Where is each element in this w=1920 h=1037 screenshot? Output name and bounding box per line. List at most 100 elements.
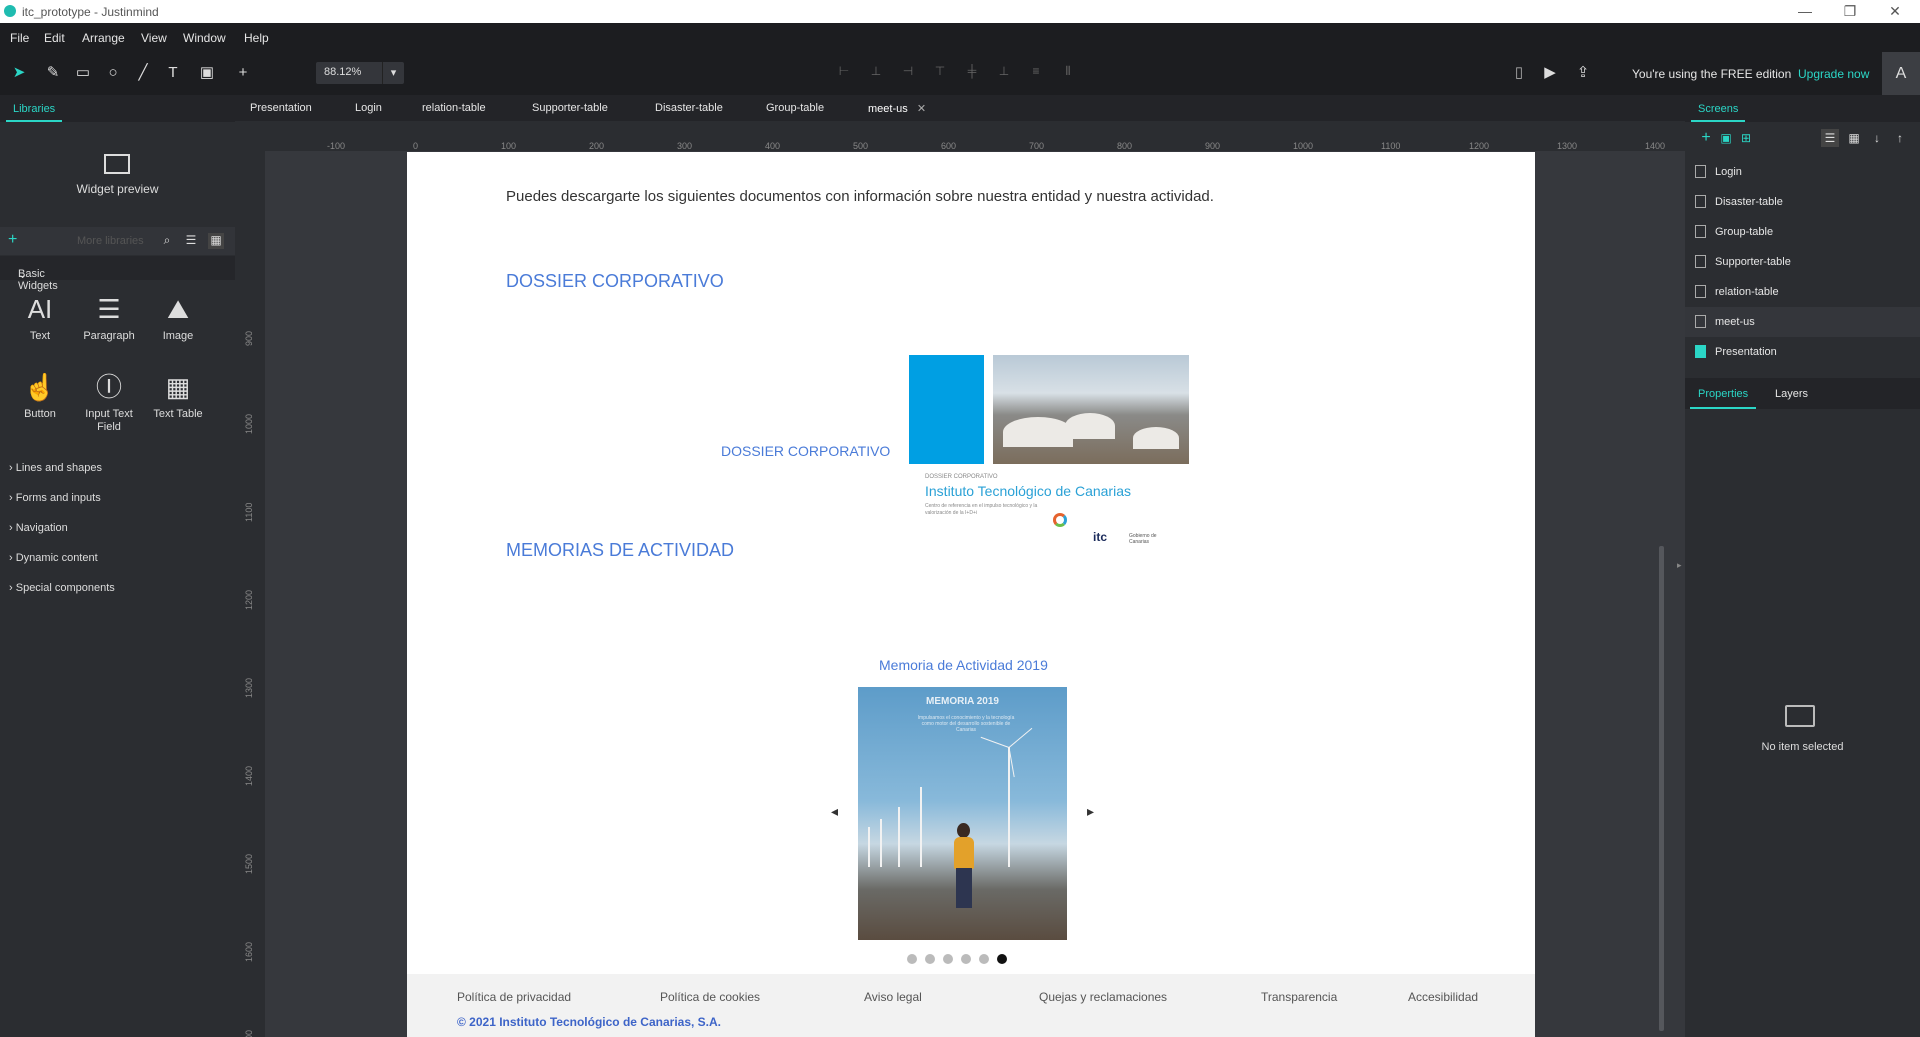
move-up-icon[interactable]: ↑ (1891, 129, 1909, 147)
screen-item-login[interactable]: Login (1685, 157, 1920, 187)
carousel-dot[interactable] (979, 954, 989, 964)
align-middle-icon[interactable]: ╪ (964, 64, 980, 80)
category-navigation[interactable]: › Navigation (9, 522, 68, 534)
ellipse-icon[interactable]: ○ (102, 62, 124, 84)
align-center-icon[interactable]: ⊥ (868, 64, 884, 80)
text-icon[interactable]: T (162, 62, 184, 84)
add-screen-icon[interactable]: + (1697, 129, 1715, 147)
carousel-dot[interactable] (925, 954, 935, 964)
align-bottom-icon[interactable]: ⊥ (996, 64, 1012, 80)
carousel-dot[interactable] (907, 954, 917, 964)
zoom-select[interactable]: 88.12% ▾ (316, 62, 404, 84)
move-down-icon[interactable]: ↓ (1868, 129, 1886, 147)
category-lines-and-shapes[interactable]: › Lines and shapes (9, 462, 102, 474)
footer-link-cookies[interactable]: Política de cookies (660, 990, 760, 1004)
tab-supporter-table[interactable]: Supporter-table (532, 102, 608, 114)
collapse-right-panel-icon[interactable]: ▸ (1677, 560, 1682, 571)
tab-relation-table[interactable]: relation-table (422, 102, 486, 114)
grid-view-icon[interactable]: ▦ (208, 233, 224, 249)
memoria-cover-image[interactable]: MEMORIA 2019 Impulsamos el conocimiento … (858, 687, 1067, 940)
screen-item-group-table[interactable]: Group-table (1685, 217, 1920, 247)
menu-help[interactable]: Help (244, 31, 269, 45)
carousel-dot-active[interactable] (997, 954, 1007, 964)
footer-link-accesibilidad[interactable]: Accesibilidad (1408, 990, 1478, 1004)
prototype-page[interactable]: Puedes descargarte los siguientes docume… (407, 152, 1535, 1037)
close-icon[interactable]: ✕ (917, 103, 926, 115)
grid-view-icon[interactable]: ▦ (1845, 129, 1863, 147)
add-icon[interactable]: + (232, 62, 254, 84)
tab-layers[interactable]: Layers (1775, 388, 1808, 400)
tab-disaster-table[interactable]: Disaster-table (655, 102, 723, 114)
pen-icon[interactable]: ✎ (42, 62, 64, 84)
tab-properties[interactable]: Properties (1690, 378, 1757, 409)
tab-group-table[interactable]: Group-table (766, 102, 824, 114)
carousel-next-icon[interactable]: ▸ (1087, 803, 1094, 820)
minimize-button[interactable]: — (1790, 2, 1820, 20)
share-icon[interactable]: ⇪ (1572, 62, 1594, 84)
screen-item-supporter-table[interactable]: Supporter-table (1685, 247, 1920, 277)
more-libraries-link[interactable]: More libraries (77, 235, 144, 247)
widget-paragraph[interactable]: ☰ Paragraph (74, 292, 144, 362)
image-icon[interactable]: ▣ (196, 62, 218, 84)
add-template-icon[interactable]: ▣ (1717, 129, 1735, 147)
select-icon[interactable]: ➤ (8, 62, 30, 84)
basic-widgets-header[interactable]: ⌄ Basic Widgets (0, 256, 235, 292)
footer-link-privacidad[interactable]: Política de privacidad (457, 990, 571, 1004)
upgrade-link[interactable]: Upgrade now (1798, 67, 1869, 81)
screen-item-meet-us[interactable]: meet-us (1685, 307, 1920, 337)
distribute-vertical-icon[interactable]: ≡ (1028, 64, 1044, 80)
dome-shape (1003, 417, 1073, 447)
dossier-link[interactable]: DOSSIER CORPORATIVO (721, 443, 890, 459)
canvas-area[interactable]: -100 0 100 200 300 400 500 600 700 800 9… (235, 121, 1685, 1037)
align-right-icon[interactable]: ⊣ (900, 64, 916, 80)
distribute-horizontal-icon[interactable]: ⦀ (1060, 64, 1076, 80)
screen-item-relation-table[interactable]: relation-table (1685, 277, 1920, 307)
align-top-icon[interactable]: ⊤ (932, 64, 948, 80)
dossier-cover-image[interactable]: DOSSIER CORPORATIVO Instituto Tecnológic… (903, 355, 1189, 551)
category-forms-and-inputs[interactable]: › Forms and inputs (9, 492, 101, 504)
carousel-prev-icon[interactable]: ◂ (831, 803, 838, 820)
category-dynamic-content[interactable]: › Dynamic content (9, 552, 98, 564)
tab-presentation[interactable]: Presentation (250, 102, 312, 114)
list-view-icon[interactable]: ☰ (1821, 129, 1839, 147)
search-icon[interactable]: ⌕ (159, 233, 175, 249)
memoria-caption[interactable]: Memoria de Actividad 2019 (879, 657, 1048, 673)
widget-text[interactable]: AI Text (5, 292, 75, 362)
menu-edit[interactable]: Edit (44, 31, 65, 45)
footer-link-transparencia[interactable]: Transparencia (1261, 990, 1337, 1004)
mobile-icon[interactable]: ▯ (1508, 62, 1530, 84)
list-view-icon[interactable]: ☰ (183, 233, 199, 249)
carousel-dot[interactable] (943, 954, 953, 964)
tab-meet-us[interactable]: meet-us ✕ (868, 102, 927, 123)
footer-link-quejas[interactable]: Quejas y reclamaciones (1039, 990, 1167, 1004)
footer-link-aviso-legal[interactable]: Aviso legal (864, 990, 922, 1004)
chevron-down-icon[interactable]: ▾ (382, 62, 404, 84)
tab-login[interactable]: Login (355, 102, 382, 114)
image-widget-icon: ⛰ (167, 294, 189, 324)
menu-file[interactable]: File (10, 31, 29, 45)
play-icon[interactable]: ▶ (1539, 62, 1561, 84)
rectangle-icon[interactable]: ▭ (72, 62, 94, 84)
carousel-dot[interactable] (961, 954, 971, 964)
widget-input-text-field[interactable]: Ⓘ Input Text Field (74, 370, 144, 440)
screen-item-presentation[interactable]: Presentation (1685, 337, 1920, 367)
widget-button[interactable]: ☝ Button (5, 370, 75, 440)
menu-window[interactable]: Window (183, 31, 226, 45)
align-left-icon[interactable]: ⊢ (836, 64, 852, 80)
tab-screens[interactable]: Screens (1691, 95, 1746, 122)
category-special-components[interactable]: › Special components (9, 582, 115, 594)
tab-libraries[interactable]: Libraries (6, 95, 63, 122)
avatar[interactable]: A (1882, 52, 1920, 95)
close-window-button[interactable]: ✕ (1880, 2, 1910, 20)
menu-view[interactable]: View (141, 31, 167, 45)
widget-image[interactable]: ⛰ Image (143, 292, 213, 362)
widget-text-table[interactable]: ▦ Text Table (143, 370, 213, 440)
screen-item-disaster-table[interactable]: Disaster-table (1685, 187, 1920, 217)
menu-arrange[interactable]: Arrange (82, 31, 125, 45)
vertical-scrollbar[interactable] (1659, 546, 1664, 1031)
restore-button[interactable]: ❐ (1835, 2, 1865, 20)
line-icon[interactable]: ╱ (132, 62, 154, 84)
screens-tabbar: Screens (1685, 95, 1920, 122)
add-library-icon[interactable]: + (8, 231, 17, 249)
add-folder-icon[interactable]: ⊞ (1737, 129, 1755, 147)
